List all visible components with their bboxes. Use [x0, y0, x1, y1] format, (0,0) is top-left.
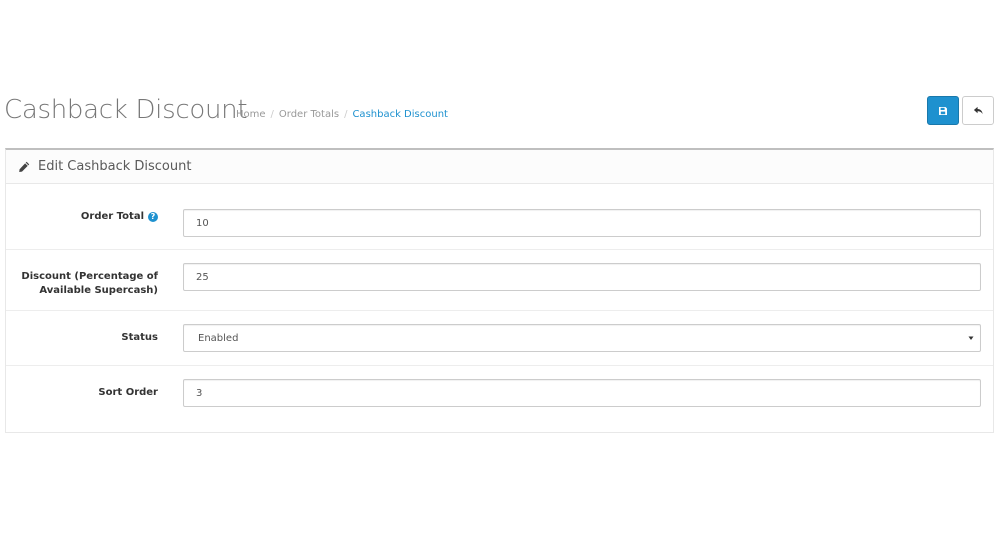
- form-row-sort-order: Sort Order 3: [6, 366, 993, 433]
- sort-order-input[interactable]: 3: [183, 379, 981, 407]
- order-total-label: Order Total ?: [81, 210, 158, 224]
- reply-arrow-icon: [973, 106, 983, 115]
- form-row-status: Status Enabled: [6, 311, 993, 366]
- status-selected-value: Enabled: [198, 332, 239, 344]
- header-actions: [927, 96, 994, 125]
- panel-title: Edit Cashback Discount: [38, 159, 192, 174]
- sort-order-label: Sort Order: [98, 387, 158, 398]
- discount-input[interactable]: 25: [183, 263, 981, 291]
- order-total-input[interactable]: 10: [183, 209, 981, 237]
- question-circle-icon[interactable]: ?: [148, 212, 158, 222]
- breadcrumb-order-totals[interactable]: Order Totals: [279, 109, 339, 120]
- status-select[interactable]: Enabled: [183, 324, 981, 352]
- back-button[interactable]: [962, 96, 994, 125]
- breadcrumb-separator: /: [344, 109, 348, 120]
- edit-panel: Edit Cashback Discount Order Total ? 10 …: [5, 148, 994, 433]
- caret-down-icon: [968, 336, 974, 340]
- breadcrumb-cashback-discount[interactable]: Cashback Discount: [352, 109, 448, 120]
- status-label: Status: [121, 332, 158, 343]
- order-total-value: 10: [196, 217, 209, 229]
- page-title: Cashback Discount: [4, 95, 248, 125]
- save-button[interactable]: [927, 96, 959, 125]
- panel-heading: Edit Cashback Discount: [6, 150, 993, 184]
- sort-order-value: 3: [196, 387, 203, 399]
- floppy-disk-icon: [939, 106, 947, 115]
- discount-label: Discount (Percentage of Available Superc…: [21, 270, 158, 298]
- form-row-order-total: Order Total ? 10: [6, 185, 993, 250]
- pencil-icon: [19, 161, 30, 172]
- order-total-label-text: Order Total: [80, 211, 144, 222]
- page-header: Cashback Discount Home / Order Totals / …: [0, 90, 1000, 134]
- breadcrumb-home[interactable]: Home: [236, 109, 266, 120]
- discount-label-line1: Discount (Percentage of: [21, 271, 158, 282]
- breadcrumb: Home / Order Totals / Cashback Discount: [236, 109, 448, 120]
- form-row-discount: Discount (Percentage of Available Superc…: [6, 250, 993, 311]
- discount-value: 25: [196, 271, 209, 283]
- breadcrumb-separator: /: [270, 109, 274, 120]
- discount-label-line2: Available Supercash): [39, 285, 158, 296]
